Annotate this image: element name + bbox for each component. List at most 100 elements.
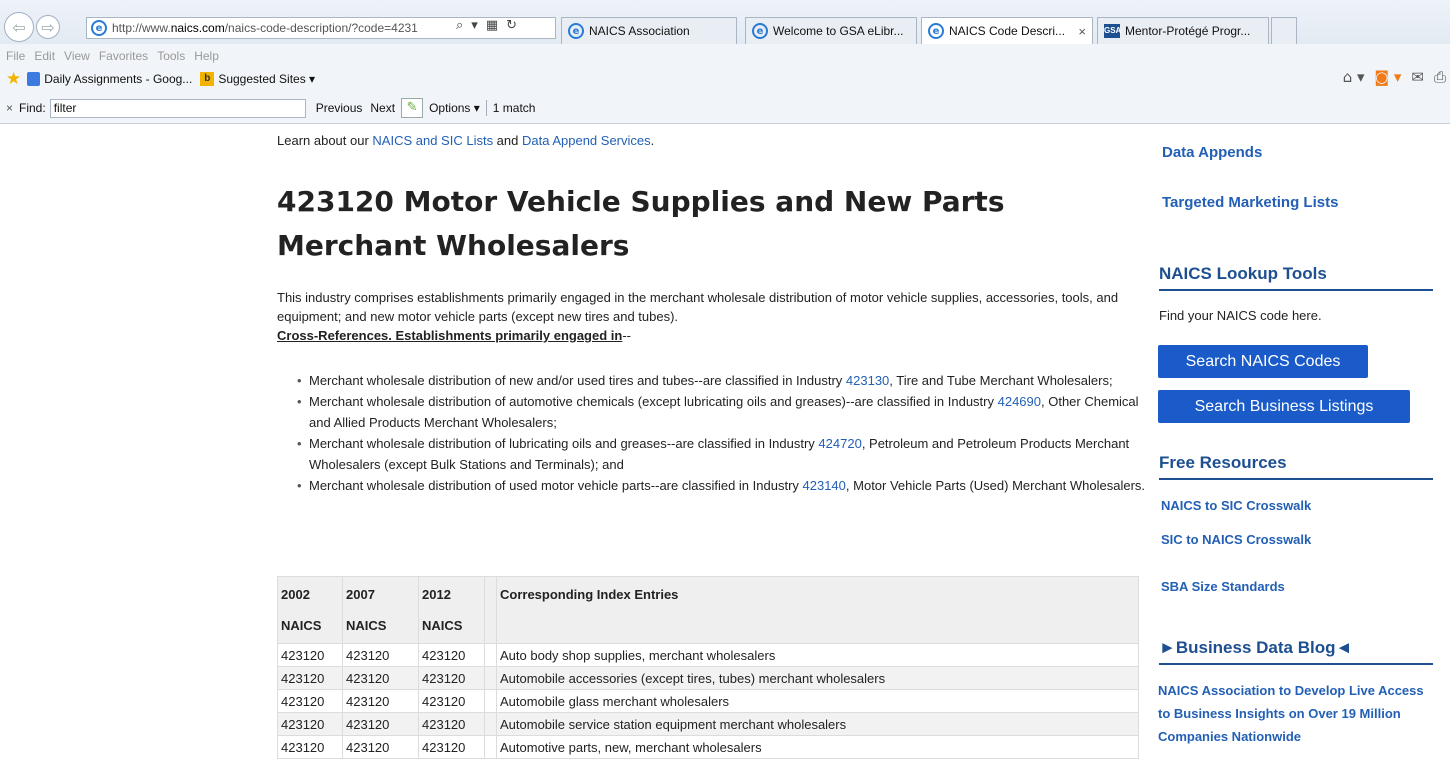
table-row: 423120 423120 423120 Auto body shop supplie… bbox=[277, 643, 1139, 667]
cell: 423120 bbox=[277, 712, 343, 736]
rss-icon[interactable]: ◙ ▾ bbox=[1375, 68, 1402, 86]
data-append-services-link[interactable]: Data Append Services bbox=[522, 133, 651, 148]
industry-423140-link[interactable]: 423140 bbox=[803, 478, 846, 493]
business-data-blog-heading: ►Business Data Blog◄ bbox=[1159, 638, 1433, 665]
cell: 423120 bbox=[342, 735, 419, 759]
tab-naics-code-description[interactable]: e NAICS Code Descri... × bbox=[921, 17, 1093, 44]
header-2012-naics: 2012 NAICS bbox=[418, 576, 485, 644]
learn-mid: and bbox=[493, 133, 522, 148]
cell: Automobile glass merchant wholesalers bbox=[496, 689, 1139, 713]
header-line: NAICS bbox=[422, 618, 463, 633]
naics-to-sic-crosswalk-link[interactable]: NAICS to SIC Crosswalk bbox=[1161, 498, 1311, 513]
cell: Automotive parts, new, merchant wholesal… bbox=[496, 735, 1139, 759]
new-tab-button[interactable] bbox=[1271, 17, 1297, 44]
cell: 423120 bbox=[277, 666, 343, 690]
menu-file[interactable]: File bbox=[6, 49, 25, 63]
back-icon[interactable]: ⇦ bbox=[4, 12, 34, 42]
industry-424720-link[interactable]: 424720 bbox=[818, 436, 861, 451]
tab-label: Welcome to GSA eLibr... bbox=[773, 24, 904, 38]
menu-tools[interactable]: Tools bbox=[157, 49, 185, 63]
search-naics-codes-button[interactable]: Search NAICS Codes bbox=[1158, 345, 1368, 378]
menu-favorites[interactable]: Favorites bbox=[99, 49, 148, 63]
find-previous-button[interactable]: Previous bbox=[316, 101, 363, 115]
list-item: Merchant wholesale distribution of lubri… bbox=[297, 433, 1145, 475]
menu-help[interactable]: Help bbox=[194, 49, 219, 63]
header-spacer bbox=[484, 576, 497, 644]
menu-edit[interactable]: Edit bbox=[34, 49, 55, 63]
address-domain: naics.com bbox=[170, 21, 225, 35]
fav-label: Suggested Sites ▾ bbox=[218, 72, 316, 86]
bullet-text: Merchant wholesale distribution of used … bbox=[309, 478, 803, 493]
cell: 423120 bbox=[277, 643, 343, 667]
address-prefix: http://www. bbox=[112, 21, 171, 35]
fav-suggested-sites[interactable]: b Suggested Sites ▾ bbox=[200, 72, 315, 86]
cell: 423120 bbox=[342, 666, 419, 690]
forward-icon[interactable]: ⇨ bbox=[36, 15, 60, 39]
cell bbox=[484, 666, 497, 690]
refresh-icon[interactable]: ↻ bbox=[506, 18, 517, 33]
ie-icon: e bbox=[928, 23, 944, 39]
cell bbox=[484, 735, 497, 759]
find-label: Find: bbox=[19, 101, 46, 115]
tab-label: Mentor-Protégé Progr... bbox=[1125, 24, 1251, 38]
header-line: NAICS bbox=[346, 618, 387, 633]
favorites-bar: ★ Daily Assignments - Goog... b Suggested… bbox=[0, 66, 1450, 92]
header-line: 2007 bbox=[346, 587, 375, 602]
list-item: Merchant wholesale distribution of new a… bbox=[297, 370, 1145, 391]
naics-sic-lists-link[interactable]: NAICS and SIC Lists bbox=[372, 133, 493, 148]
menu-bar: File Edit View Favorites Tools Help bbox=[0, 46, 1450, 66]
tab-label: NAICS Association bbox=[589, 24, 690, 38]
tab-gsa-elibrary[interactable]: e Welcome to GSA eLibr... bbox=[745, 17, 917, 44]
browser-chrome: ⇦ ⇨ e http://www. naics.com/naics-code-de… bbox=[0, 0, 1450, 124]
cell bbox=[484, 643, 497, 667]
fav-label: Daily Assignments - Goog... bbox=[44, 72, 193, 86]
bullet-text: Merchant wholesale distribution of new a… bbox=[309, 373, 846, 388]
table-row: 423120 423120 423120 Automobile service sta… bbox=[277, 712, 1139, 736]
tab-naics-association[interactable]: e NAICS Association bbox=[561, 17, 737, 44]
find-value: filter bbox=[53, 101, 77, 115]
close-find-icon[interactable]: × bbox=[6, 101, 13, 115]
sba-size-standards-link[interactable]: SBA Size Standards bbox=[1161, 579, 1285, 594]
description-text: This industry comprises establishments p… bbox=[277, 290, 1119, 324]
table-row: 423120 423120 423120 Automobile accessories… bbox=[277, 666, 1139, 690]
favorites-star-icon[interactable]: ★ bbox=[6, 69, 21, 89]
industry-423130-link[interactable]: 423130 bbox=[846, 373, 889, 388]
industry-424690-link[interactable]: 424690 bbox=[998, 394, 1041, 409]
search-icon[interactable]: ⌕ bbox=[456, 18, 463, 33]
highlight-icon[interactable]: ✎ bbox=[401, 98, 424, 118]
sic-to-naics-crosswalk-link[interactable]: SIC to NAICS Crosswalk bbox=[1161, 532, 1311, 547]
find-options-button[interactable]: Options ▾ bbox=[429, 101, 480, 115]
print-icon[interactable]: ⎙ bbox=[1434, 68, 1446, 86]
bullet-text: , Motor Vehicle Parts (Used) Merchant Wh… bbox=[845, 478, 1146, 493]
targeted-marketing-lists-link[interactable]: Targeted Marketing Lists bbox=[1162, 194, 1338, 211]
header-2002-naics: 2002 NAICS bbox=[277, 576, 343, 644]
home-icon[interactable]: ⌂ ▾ bbox=[1343, 68, 1365, 86]
list-item: Merchant wholesale distribution of used … bbox=[297, 475, 1145, 496]
data-appends-link[interactable]: Data Appends bbox=[1162, 144, 1262, 161]
cell: 423120 bbox=[342, 689, 419, 713]
blog-post-link[interactable]: NAICS Association to Develop Live Access… bbox=[1158, 679, 1428, 748]
header-2007-naics: 2007 NAICS bbox=[342, 576, 419, 644]
close-tab-icon[interactable]: × bbox=[1078, 24, 1086, 39]
fav-daily-assignments[interactable]: Daily Assignments - Goog... bbox=[27, 72, 192, 86]
learn-about-line: Learn about our NAICS and SIC Lists and … bbox=[277, 133, 654, 148]
menu-view[interactable]: View bbox=[64, 49, 90, 63]
lookup-text: Find your NAICS code here. bbox=[1159, 308, 1322, 323]
find-next-button[interactable]: Next bbox=[370, 101, 395, 115]
compat-view-icon[interactable]: ▦ bbox=[486, 18, 498, 33]
tab-label: NAICS Code Descri... bbox=[949, 24, 1066, 38]
table-header-row: 2002 NAICS 2007 NAICS 2012 NAICS Correspond… bbox=[277, 576, 1139, 644]
learn-prefix: Learn about our bbox=[277, 133, 373, 148]
cell: 423120 bbox=[277, 735, 343, 759]
command-bar: ⌂ ▾ ◙ ▾ ✉ ⎙ bbox=[1343, 68, 1446, 86]
tab-mentor-protege[interactable]: GSA Mentor-Protégé Progr... bbox=[1097, 17, 1269, 44]
dropdown-icon[interactable]: ▾ bbox=[471, 18, 478, 33]
ie-icon: e bbox=[752, 23, 768, 39]
address-row: ⇦ ⇨ e http://www. naics.com/naics-code-de… bbox=[0, 0, 1450, 44]
learn-suffix: . bbox=[650, 133, 655, 148]
mail-icon[interactable]: ✉ bbox=[1411, 68, 1424, 86]
cell: 423120 bbox=[342, 643, 419, 667]
search-business-listings-button[interactable]: Search Business Listings bbox=[1158, 390, 1410, 423]
find-input[interactable]: filter bbox=[49, 98, 306, 118]
index-entries-table: 2002 NAICS 2007 NAICS 2012 NAICS Correspond… bbox=[277, 576, 1139, 759]
